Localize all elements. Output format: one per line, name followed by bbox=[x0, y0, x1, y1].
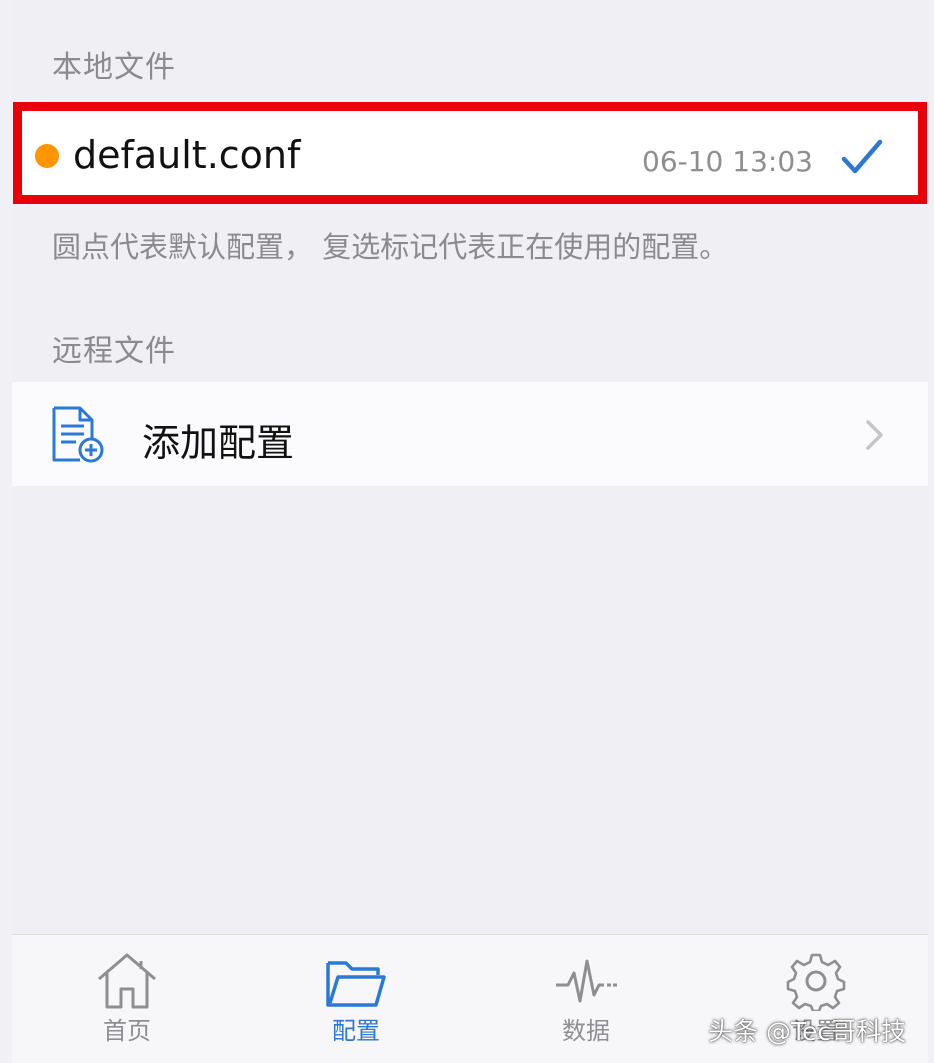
home-icon bbox=[98, 953, 156, 1009]
default-dot-icon bbox=[35, 144, 59, 168]
local-files-header: 本地文件 bbox=[52, 50, 176, 85]
tab-config-label: 配置 bbox=[332, 1017, 380, 1045]
tab-home-label: 首页 bbox=[103, 1017, 151, 1045]
config-screen: 本地文件 default.conf 06-10 13:03 圆点代表默认配置， … bbox=[12, 0, 928, 1063]
checkmark-icon bbox=[841, 139, 883, 174]
chevron-right-icon bbox=[866, 420, 883, 450]
tab-data[interactable]: 数据 bbox=[526, 935, 646, 1063]
file-name: default.conf bbox=[73, 133, 301, 177]
add-document-icon bbox=[52, 406, 104, 463]
file-modified-time: 06-10 13:03 bbox=[642, 145, 813, 178]
tab-home[interactable]: 首页 bbox=[67, 935, 187, 1063]
add-config-row[interactable]: 添加配置 bbox=[12, 382, 928, 486]
config-file-row[interactable]: default.conf 06-10 13:03 bbox=[22, 111, 918, 195]
folder-icon bbox=[326, 961, 386, 1007]
add-config-label: 添加配置 bbox=[142, 421, 295, 465]
watermark: 头条 @Tec哥科技 bbox=[708, 1017, 907, 1046]
tab-data-label: 数据 bbox=[562, 1017, 610, 1045]
pulse-icon bbox=[556, 959, 617, 1003]
tab-config[interactable]: 配置 bbox=[296, 935, 416, 1063]
remote-files-header: 远程文件 bbox=[52, 334, 176, 369]
highlight-annotation: default.conf 06-10 13:03 bbox=[13, 102, 927, 204]
gear-icon bbox=[786, 953, 846, 1011]
legend-footnote: 圆点代表默认配置， 复选标记代表正在使用的配置。 bbox=[52, 230, 729, 264]
